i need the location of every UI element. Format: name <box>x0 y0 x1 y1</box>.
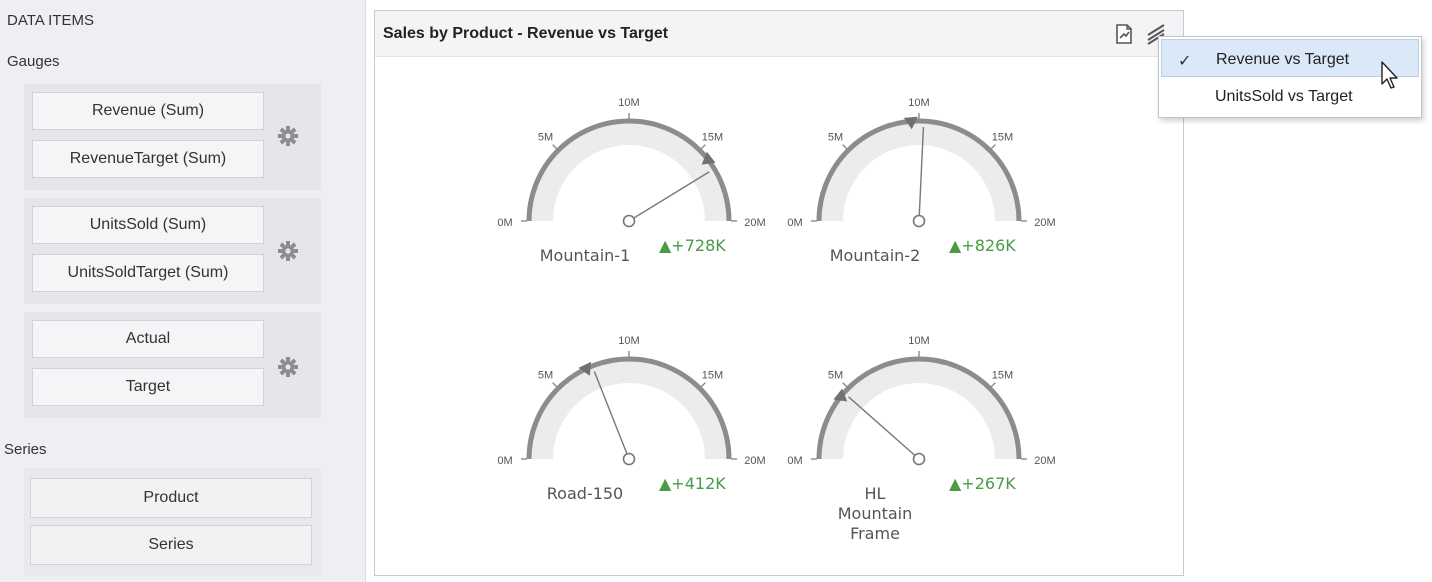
gauge-name-label: Mountain-1 <box>540 246 631 265</box>
gauge-needle-hub <box>622 452 636 466</box>
gauge-tick-label: 0M <box>787 217 802 229</box>
gauge-delta-label: ▲+826K <box>949 236 1016 255</box>
field-revenue-sum[interactable]: Revenue (Sum) <box>32 92 264 130</box>
gauge-needle <box>848 396 920 460</box>
gauge-tick-label: 15M <box>702 132 723 144</box>
gauge-name-label: HL Mountain Frame <box>838 484 913 543</box>
gear-icon[interactable] <box>277 356 299 378</box>
gauge-tick <box>990 382 996 388</box>
gauge-band <box>819 359 1019 459</box>
gauge-group-3: Actual Target <box>24 312 321 418</box>
gear-icon[interactable] <box>277 125 299 147</box>
gauge-tick <box>552 382 558 388</box>
field-actual[interactable]: Actual <box>32 320 264 358</box>
gauge-name-label: Road-150 <box>547 484 623 503</box>
gauge-group-1: Revenue (Sum) RevenueTarget (Sum) <box>24 84 321 190</box>
gauge-band <box>529 359 729 459</box>
field-revenue-target-sum[interactable]: RevenueTarget (Sum) <box>32 140 264 178</box>
gauge-tick-label: 0M <box>497 455 512 467</box>
gauges-section-label: Gauges <box>7 53 60 70</box>
gauge-tick-label: 20M <box>1034 455 1055 467</box>
field-series[interactable]: Series <box>30 525 312 565</box>
gauge-band <box>529 121 729 221</box>
gauge-group-2: UnitsSold (Sum) UnitsSoldTarget (Sum) <box>24 198 321 304</box>
check-icon: ✓ <box>1178 53 1192 70</box>
field-target[interactable]: Target <box>32 368 264 406</box>
gauge-tick <box>700 382 706 388</box>
mouse-cursor-icon <box>1381 61 1398 89</box>
field-product[interactable]: Product <box>30 478 312 518</box>
gauge-tick-label: 0M <box>497 217 512 229</box>
gauge-tick-label: 5M <box>538 132 553 144</box>
gauge-tick-label: 5M <box>828 370 843 382</box>
menu-item-label: UnitsSold vs Target <box>1215 88 1353 105</box>
gauge-tick-label: 0M <box>787 455 802 467</box>
data-items-title: DATA ITEMS <box>7 12 94 29</box>
gauge-dashboard-item: Sales by Product - Revenue vs Target 0M 5… <box>374 10 1184 576</box>
gauge-tick <box>990 144 996 150</box>
gauge-tick-label: 15M <box>992 132 1013 144</box>
gauges-area: 0M 5M 10M 15M 20M Mountain-1 ▲+728K 0M 5M 10M 15M 2… <box>497 97 1055 543</box>
gauge-delta-label: ▲+412K <box>659 474 726 493</box>
gauge-tick-label: 5M <box>538 370 553 382</box>
gauge-tick-label: 20M <box>744 217 765 229</box>
series-section-label: Series <box>4 441 47 458</box>
gauge-needle <box>628 171 710 222</box>
gauge-needle-hub <box>622 214 636 228</box>
dashboard-item-header: Sales by Product - Revenue vs Target <box>375 11 1183 57</box>
gauge-tick-label: 10M <box>618 97 639 109</box>
gauge-needle-hub <box>912 214 926 228</box>
gauge-tick-label: 5M <box>828 132 843 144</box>
gauge-band <box>819 121 1019 221</box>
gauge-needle-hub <box>912 452 926 466</box>
gauge-tick <box>700 144 706 150</box>
dashboard-item-title: Sales by Product - Revenue vs Target <box>383 25 669 42</box>
gauge-tick-label: 20M <box>1034 217 1055 229</box>
gauge-tick <box>552 144 558 150</box>
gauge-tick-label: 15M <box>992 370 1013 382</box>
gauge-tick-label: 15M <box>702 370 723 382</box>
gauge-name-label: Mountain-2 <box>830 246 921 265</box>
gauge-tick-label: 10M <box>618 335 639 347</box>
data-items-panel: DATA ITEMS Gauges Revenue (Sum) RevenueT… <box>0 0 366 582</box>
field-unitssold-target-sum[interactable]: UnitsSoldTarget (Sum) <box>32 254 264 292</box>
gauge-tick-label: 10M <box>908 97 929 109</box>
menu-item-label: Revenue vs Target <box>1216 51 1350 68</box>
gauge-tick <box>842 382 848 388</box>
gauge-tick-label: 10M <box>908 335 929 347</box>
gauge-tick <box>842 144 848 150</box>
field-unitssold-sum[interactable]: UnitsSold (Sum) <box>32 206 264 244</box>
gear-icon[interactable] <box>277 240 299 262</box>
export-icon[interactable] <box>1113 23 1135 45</box>
gauge-delta-label: ▲+267K <box>949 474 1016 493</box>
gauge-tick-label: 20M <box>744 455 765 467</box>
gauge-delta-label: ▲+728K <box>659 236 726 255</box>
